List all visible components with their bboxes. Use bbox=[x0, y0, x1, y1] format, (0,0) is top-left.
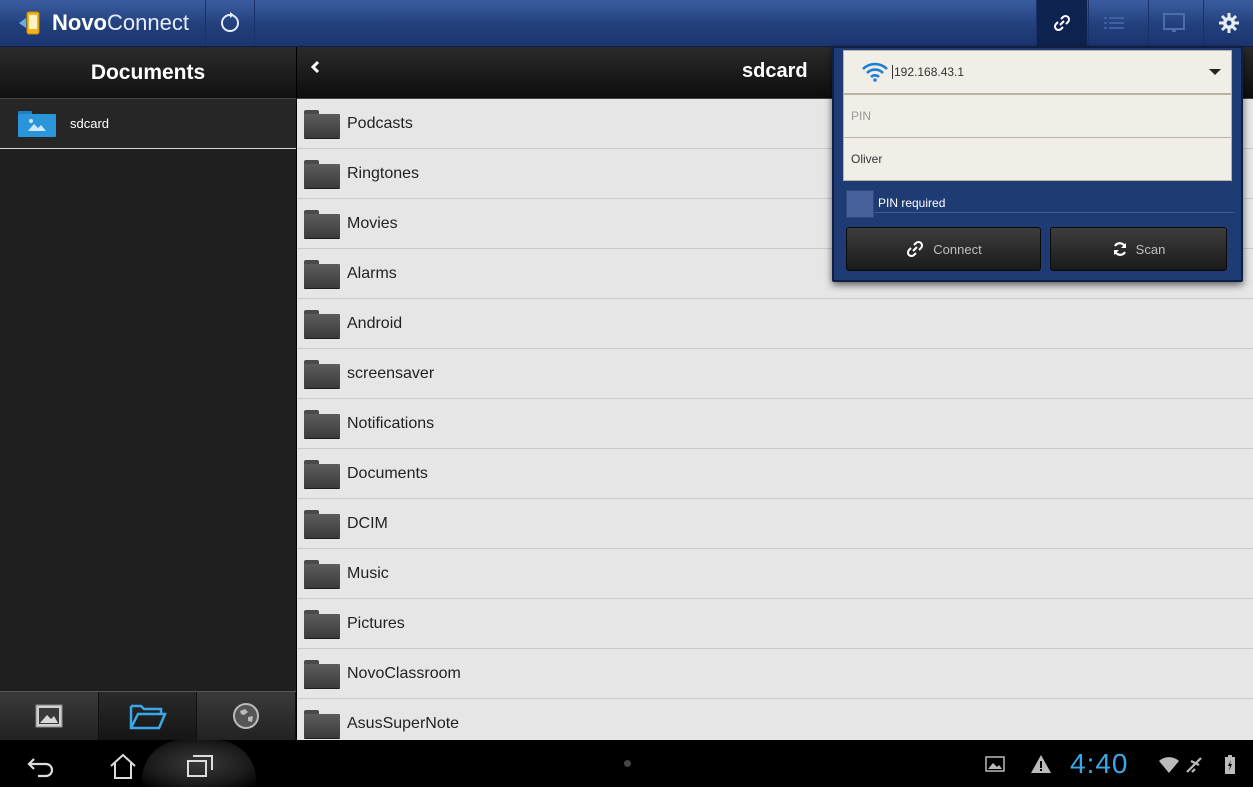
storage-item-label: sdcard bbox=[70, 116, 110, 131]
sdcard-folder-icon bbox=[18, 110, 56, 137]
gallery-notification-icon bbox=[985, 756, 1005, 772]
app-title: NovoConnect bbox=[52, 10, 189, 35]
nav-home-button[interactable] bbox=[100, 748, 146, 784]
folder-icon bbox=[304, 459, 340, 488]
folder-icon bbox=[304, 559, 340, 588]
action-bar: NovoConnect bbox=[0, 0, 1253, 47]
refresh-icon bbox=[1113, 242, 1126, 256]
pin-input[interactable] bbox=[844, 95, 1223, 137]
folder-open-icon bbox=[129, 704, 167, 730]
recent-apps-icon bbox=[187, 755, 213, 777]
folder-icon bbox=[304, 609, 340, 638]
folder-name: Podcasts bbox=[347, 114, 413, 132]
link-icon bbox=[1053, 14, 1071, 32]
pin-field[interactable] bbox=[843, 94, 1232, 138]
refresh-icon bbox=[221, 12, 239, 32]
tab-images[interactable] bbox=[0, 692, 99, 740]
list-icon bbox=[1104, 17, 1124, 29]
wifi-icon bbox=[862, 62, 888, 82]
folder-row[interactable]: Music bbox=[297, 549, 1253, 599]
folder-row[interactable]: Android bbox=[297, 299, 1253, 349]
list-button[interactable] bbox=[1088, 0, 1139, 46]
tab-documents[interactable] bbox=[98, 692, 198, 740]
folder-icon bbox=[304, 209, 340, 238]
status-clock: 4:40 bbox=[1070, 748, 1129, 779]
home-icon bbox=[110, 753, 136, 779]
settings-icon bbox=[1219, 13, 1239, 33]
folder-name: Notifications bbox=[347, 414, 435, 432]
storage-item-sdcard[interactable]: sdcard bbox=[0, 99, 296, 149]
connect-button[interactable]: Connect bbox=[846, 227, 1041, 271]
folder-icon bbox=[304, 659, 340, 688]
folder-name: Pictures bbox=[347, 614, 405, 632]
tab-web[interactable] bbox=[197, 692, 297, 740]
user-name-value: Oliver bbox=[851, 152, 883, 166]
warning-icon bbox=[1031, 755, 1051, 773]
folder-name: Documents bbox=[347, 464, 428, 482]
airplane-mode-icon bbox=[1186, 757, 1202, 773]
folder-name: Android bbox=[347, 314, 403, 332]
pin-required-checkbox[interactable] bbox=[846, 190, 874, 218]
battery-icon bbox=[1225, 755, 1235, 774]
folder-icon bbox=[304, 259, 340, 288]
folder-row[interactable]: NovoClassroom bbox=[297, 649, 1253, 699]
refresh-button[interactable] bbox=[205, 0, 255, 46]
nav-recent-button[interactable] bbox=[175, 748, 225, 784]
chevron-down-icon bbox=[1209, 69, 1221, 75]
server-ip-dropdown[interactable]: 192.168.43.1 bbox=[843, 50, 1232, 94]
folder-row[interactable]: Pictures bbox=[297, 599, 1253, 649]
image-icon bbox=[35, 704, 63, 728]
folder-icon bbox=[304, 409, 340, 438]
scan-button[interactable]: Scan bbox=[1050, 227, 1227, 271]
folder-icon bbox=[304, 309, 340, 338]
folder-row[interactable]: screensaver bbox=[297, 349, 1253, 399]
divider bbox=[874, 212, 1234, 213]
link-button[interactable] bbox=[1036, 0, 1087, 46]
link-icon bbox=[907, 240, 924, 258]
connect-popup: 192.168.43.1 Oliver PIN required Connect… bbox=[832, 46, 1243, 282]
folder-name: Movies bbox=[347, 214, 398, 232]
wifi-status-icon bbox=[1159, 757, 1179, 773]
settings-button[interactable] bbox=[1203, 0, 1253, 46]
globe-icon bbox=[233, 703, 260, 729]
connect-button-label: Connect bbox=[933, 241, 982, 257]
left-panel-title: Documents bbox=[0, 47, 296, 99]
folder-icon bbox=[304, 709, 340, 738]
folder-row[interactable]: Documents bbox=[297, 449, 1253, 499]
folder-icon bbox=[304, 509, 340, 538]
folder-row[interactable]: Notifications bbox=[297, 399, 1253, 449]
app-logo-icon bbox=[18, 10, 42, 36]
folder-name: Music bbox=[347, 564, 389, 582]
folder-name: Alarms bbox=[347, 264, 397, 282]
nav-back-button[interactable] bbox=[18, 748, 64, 784]
folder-icon bbox=[304, 159, 340, 188]
scan-button-label: Scan bbox=[1135, 241, 1166, 257]
current-folder-title: sdcard bbox=[742, 60, 808, 82]
back-icon bbox=[27, 758, 54, 778]
folder-name: AsusSuperNote bbox=[347, 714, 460, 732]
pin-required-label: PIN required bbox=[878, 196, 946, 210]
left-tab-bar bbox=[0, 691, 297, 740]
screen-icon bbox=[1163, 13, 1185, 32]
folder-row[interactable]: AsusSuperNote bbox=[297, 699, 1253, 740]
folder-row[interactable]: DCIM bbox=[297, 499, 1253, 549]
nav-indicator-dot bbox=[624, 760, 631, 767]
folder-icon bbox=[304, 359, 340, 388]
folder-name: NovoClassroom bbox=[347, 664, 461, 682]
screen-button[interactable] bbox=[1148, 0, 1199, 46]
folder-back-button[interactable] bbox=[309, 58, 329, 84]
folder-name: DCIM bbox=[347, 514, 388, 532]
user-name-field[interactable]: Oliver bbox=[843, 137, 1232, 181]
app-brand: NovoConnect bbox=[0, 0, 205, 46]
folder-name: Ringtones bbox=[347, 164, 420, 182]
left-panel: Documents sdcard bbox=[0, 47, 297, 740]
server-ip-value: 192.168.43.1 bbox=[892, 65, 965, 79]
folder-name: screensaver bbox=[347, 364, 435, 382]
chevron-left-icon bbox=[310, 60, 320, 74]
folder-icon bbox=[304, 109, 340, 138]
